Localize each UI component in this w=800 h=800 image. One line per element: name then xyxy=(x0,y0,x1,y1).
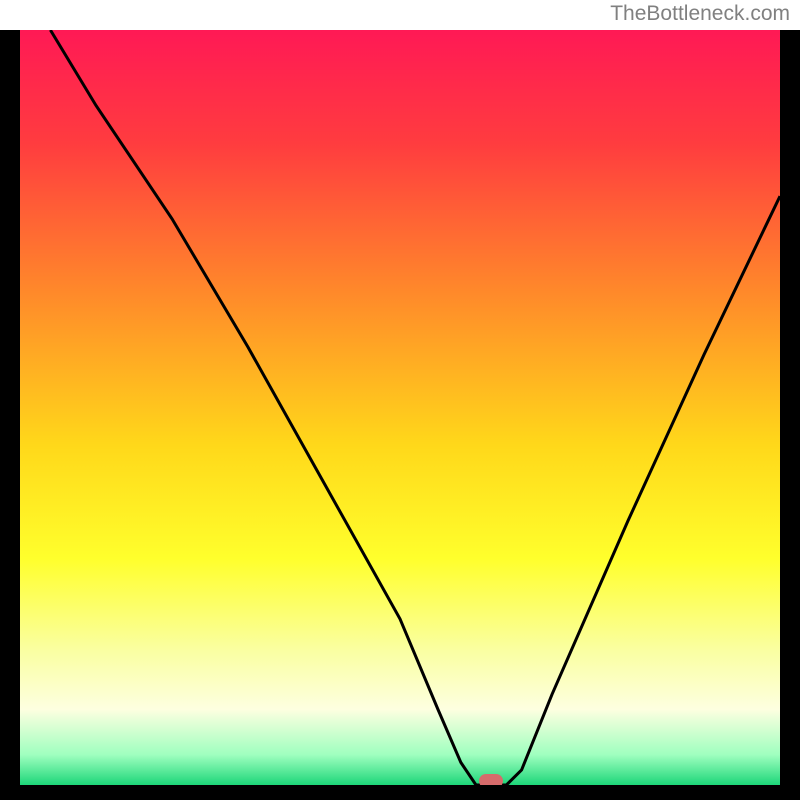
chart-container: TheBottleneck.com xyxy=(0,0,800,800)
curve-layer xyxy=(20,30,780,785)
plot-area xyxy=(20,30,780,785)
bottleneck-curve xyxy=(50,30,780,785)
optimal-point-marker xyxy=(479,774,503,785)
watermark-text: TheBottleneck.com xyxy=(610,2,790,26)
chart-frame xyxy=(0,30,800,800)
